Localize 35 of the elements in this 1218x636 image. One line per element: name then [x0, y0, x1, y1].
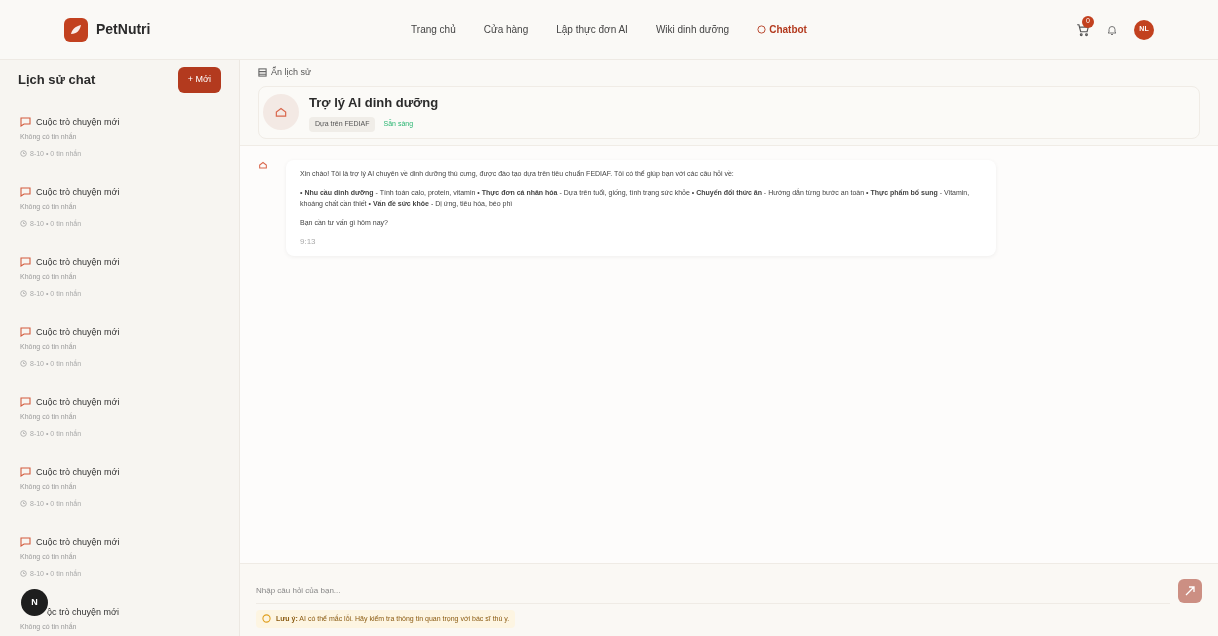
- bot-icon: [274, 105, 288, 119]
- chat-title[interactable]: Cuộc trò chuyện mới: [36, 536, 120, 548]
- clock-icon: [20, 360, 27, 368]
- nav-link[interactable]: Lập thực đơn AI: [556, 22, 628, 37]
- hide-history-button[interactable]: Ẩn lịch sử: [258, 66, 312, 80]
- assistant-title: Trợ lý AI dinh dưỡng: [309, 93, 439, 112]
- nav-link[interactable]: Trang chủ: [411, 22, 456, 37]
- sidebar-title: Lịch sử chat: [18, 71, 96, 89]
- nav-link[interactable]: Wiki dinh dưỡng: [655, 22, 730, 37]
- bell-icon[interactable]: [1106, 23, 1118, 36]
- send-button[interactable]: [1178, 578, 1202, 603]
- chat-title[interactable]: ộc trò chuyện mới: [47, 606, 119, 618]
- chat-title[interactable]: Cuộc trò chuyện mới: [36, 116, 120, 128]
- clock-icon: [20, 290, 27, 298]
- chat-title[interactable]: Cuộc trò chuyện mới: [36, 326, 120, 338]
- chat-title[interactable]: Cuộc trò chuyện mới: [36, 396, 120, 408]
- clock-icon: [20, 150, 27, 158]
- clock-icon: [20, 500, 27, 508]
- send-icon: [1185, 585, 1195, 596]
- bot-icon: [258, 159, 268, 170]
- clock-icon: [20, 570, 27, 578]
- chat-title[interactable]: Cuộc trò chuyện mới: [36, 186, 120, 198]
- clock-icon: [20, 220, 27, 228]
- nav-link[interactable]: Chatbot: [757, 22, 807, 37]
- menu-icon: [258, 68, 267, 78]
- brand-name[interactable]: PetNutri: [96, 19, 151, 40]
- cart-icon[interactable]: [1076, 22, 1090, 37]
- new-chat-button[interactable]: + Mới: [177, 67, 221, 93]
- message-time: 9:13: [300, 235, 317, 248]
- message-input[interactable]: Nhập câu hỏi của bạn...: [256, 577, 1170, 604]
- chat-title[interactable]: Cuộc trò chuyện mới: [36, 466, 120, 478]
- logo-icon: [64, 17, 88, 42]
- chat-title[interactable]: Cuộc trò chuyện mới: [36, 256, 120, 268]
- clock-icon: [20, 430, 27, 438]
- nav-link[interactable]: Cửa hàng: [483, 22, 529, 37]
